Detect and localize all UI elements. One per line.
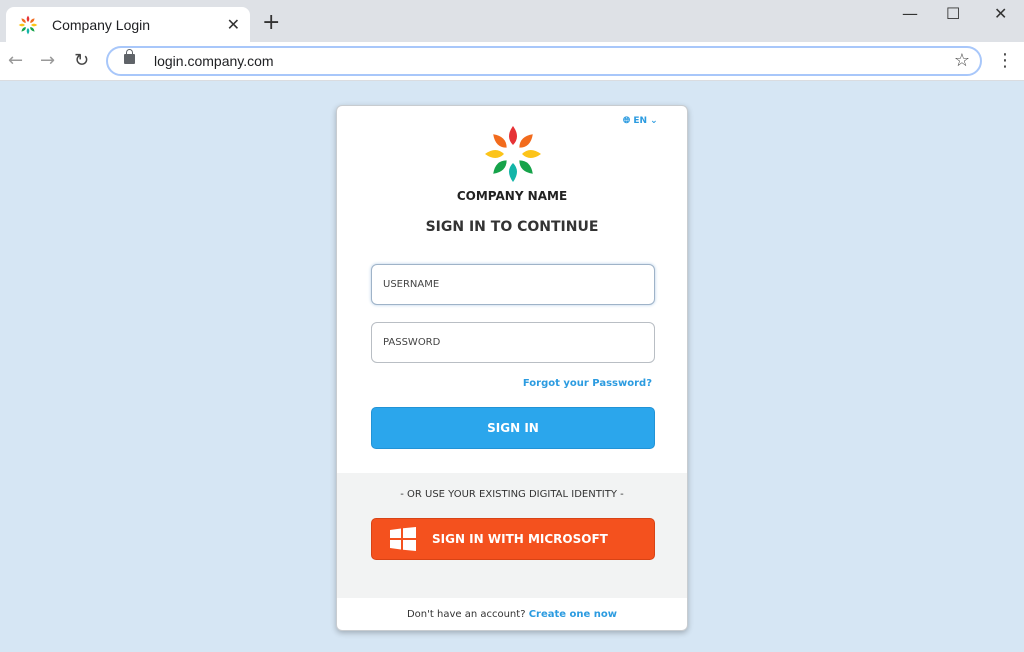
username-input[interactable]: USERNAME bbox=[371, 264, 655, 305]
browser-toolbar: ← → ↻ login.company.com ☆ ⋮ bbox=[0, 42, 1024, 81]
back-icon[interactable]: ← bbox=[8, 50, 23, 71]
tab-close-icon[interactable]: ✕ bbox=[227, 15, 240, 34]
or-divider-text: - OR USE YOUR EXISTING DIGITAL IDENTITY … bbox=[400, 489, 624, 500]
tab-bar: Company Login ✕ + — ☐ ✕ bbox=[0, 0, 1024, 42]
logo-petal bbox=[31, 23, 38, 26]
new-tab-button[interactable]: + bbox=[262, 10, 280, 35]
logo-petal bbox=[493, 134, 507, 148]
browser-menu-icon[interactable]: ⋮ bbox=[996, 50, 1014, 71]
no-account-text: Don't have an account? bbox=[406, 609, 526, 620]
maximize-button[interactable]: ☐ bbox=[946, 4, 960, 23]
browser-tab[interactable]: Company Login ✕ bbox=[6, 7, 250, 42]
microsoft-sign-in-button[interactable]: SIGN IN WITH MICROSOFT bbox=[371, 518, 655, 560]
create-account-link[interactable]: Create one now bbox=[529, 609, 617, 620]
logo-petal bbox=[21, 26, 26, 32]
logo-petal bbox=[519, 160, 533, 174]
address-bar[interactable]: login.company.com ☆ bbox=[106, 46, 982, 76]
logo-petal bbox=[30, 17, 35, 23]
lock-icon bbox=[124, 49, 135, 64]
bookmark-star-icon[interactable]: ☆ bbox=[954, 50, 970, 71]
logo-petal bbox=[522, 150, 541, 158]
logo-petal bbox=[509, 163, 517, 182]
logo-petal bbox=[18, 23, 25, 26]
windows-logo-icon bbox=[390, 527, 416, 551]
globe-icon: 🌐︎ bbox=[623, 116, 631, 126]
logo-petal bbox=[26, 27, 30, 34]
logo-petal bbox=[21, 17, 26, 23]
reload-icon[interactable]: ↻ bbox=[74, 50, 89, 71]
favicon-flower-icon bbox=[18, 15, 38, 34]
url-text: login.company.com bbox=[154, 53, 274, 69]
tab-title: Company Login bbox=[52, 16, 151, 33]
logo-petal bbox=[26, 15, 30, 22]
logo-petal bbox=[30, 26, 35, 32]
window-close-button[interactable]: ✕ bbox=[994, 4, 1007, 23]
minimize-button[interactable]: — bbox=[902, 4, 918, 23]
microsoft-button-label: SIGN IN WITH MICROSOFT bbox=[432, 532, 608, 546]
language-selector[interactable]: 🌐︎ EN ⌄ bbox=[623, 116, 658, 126]
logo-petal bbox=[485, 150, 504, 158]
page-title: SIGN IN TO CONTINUE bbox=[425, 219, 599, 235]
chevron-down-icon: ⌄ bbox=[650, 116, 658, 126]
company-name: COMPANY NAME bbox=[456, 189, 568, 203]
logo-petal bbox=[509, 126, 517, 145]
company-logo-icon bbox=[485, 126, 541, 182]
language-label: EN bbox=[633, 116, 648, 126]
password-input[interactable]: PASSWORD bbox=[371, 322, 655, 363]
logo-petal bbox=[493, 160, 507, 174]
sign-in-button[interactable]: SIGN IN bbox=[371, 407, 655, 449]
login-card: 🌐︎ EN ⌄ COMPANY NAME SIGN IN TO CONTINUE… bbox=[336, 105, 688, 631]
signup-prompt: Don't have an account? Create one now bbox=[337, 609, 687, 620]
logo-petal bbox=[519, 134, 533, 148]
forward-icon[interactable]: → bbox=[40, 50, 55, 71]
alternate-identity-section: - OR USE YOUR EXISTING DIGITAL IDENTITY … bbox=[337, 473, 687, 598]
forgot-password-link[interactable]: Forgot your Password? bbox=[523, 378, 652, 389]
